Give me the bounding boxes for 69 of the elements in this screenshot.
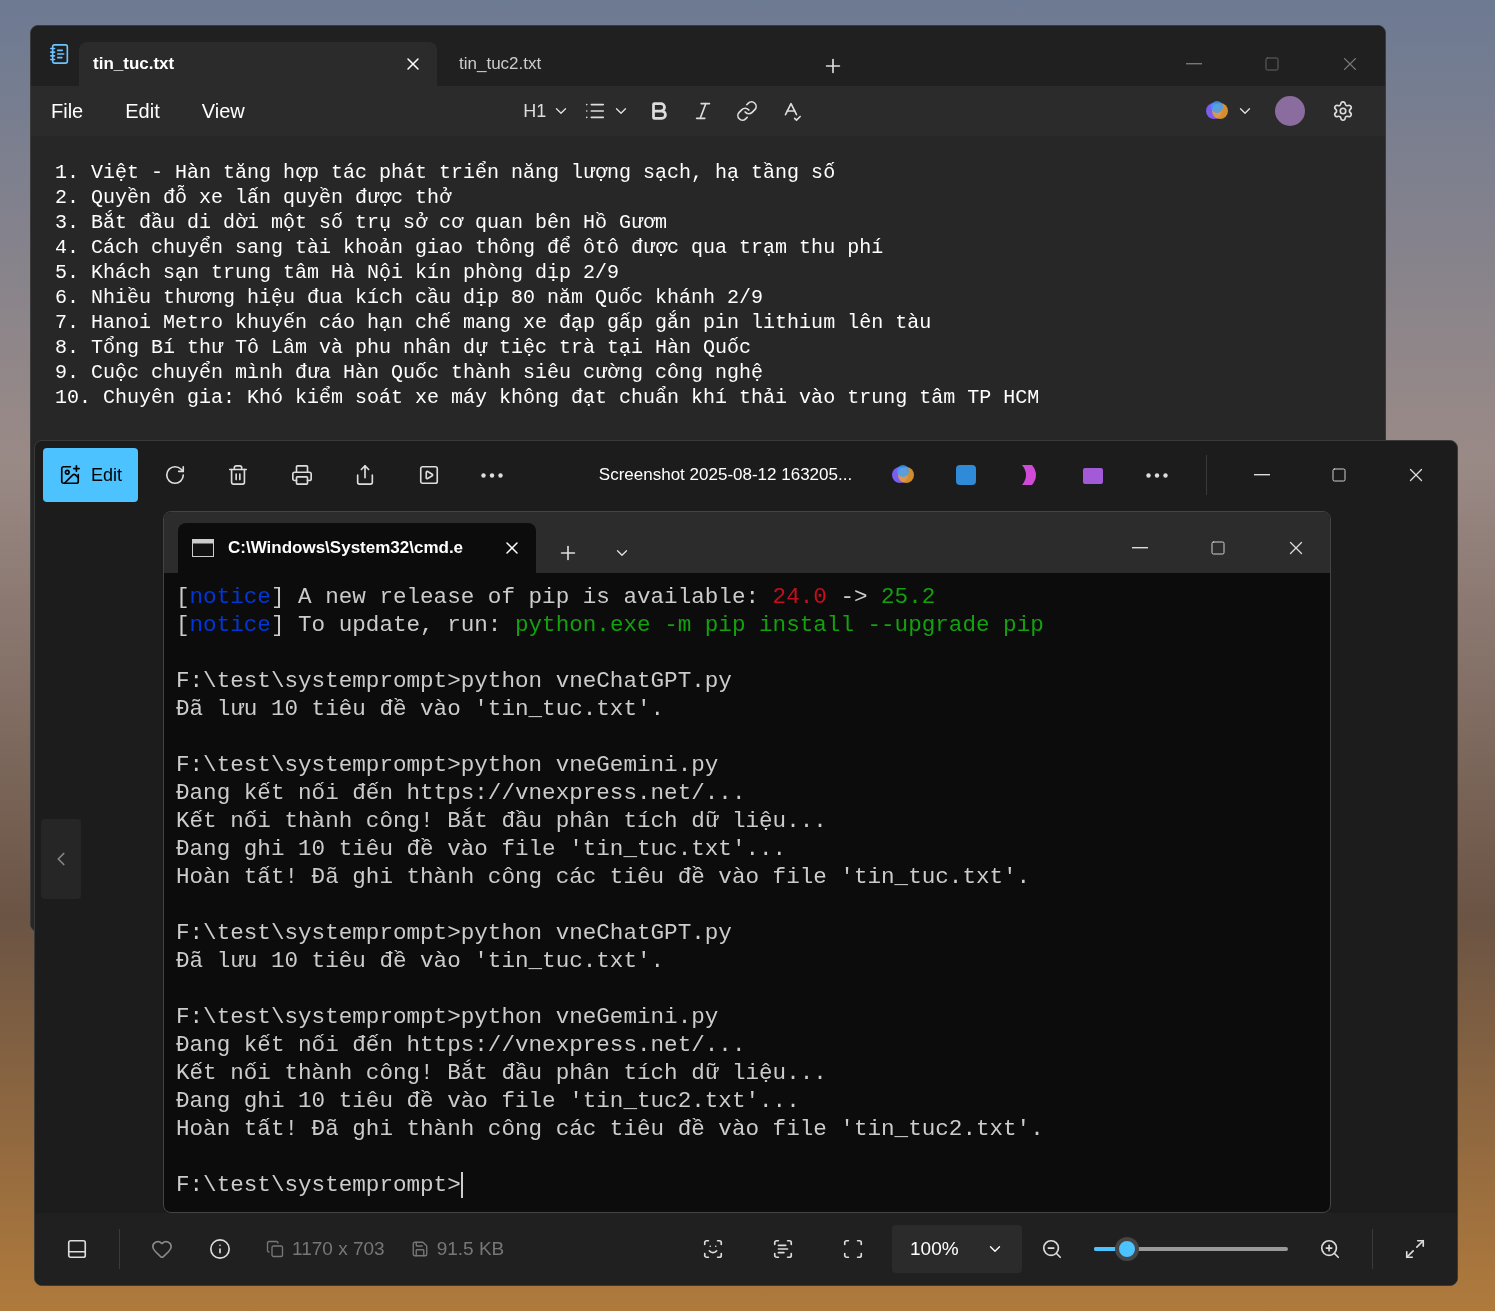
- slider-thumb[interactable]: [1114, 1237, 1139, 1261]
- minimize-icon: [1186, 63, 1202, 65]
- info-icon: [209, 1238, 231, 1260]
- zoom-out-icon: [1041, 1238, 1063, 1260]
- image-dimensions: 1170 x 703: [292, 1238, 385, 1260]
- terminal-line: F:\test\systemprompt>python vneGemini.py: [176, 1003, 720, 1031]
- minimize-icon: [1132, 547, 1148, 549]
- expand-icon: [1404, 1238, 1426, 1260]
- file-title: Screenshot 2025-08-12 163205...: [598, 465, 853, 485]
- terminal-line: Kết nối thành công! Bắt đầu phân tích dữ liệu...: [176, 1059, 828, 1087]
- maximize-icon: [1264, 56, 1280, 72]
- menu-item[interactable]: View: [201, 99, 245, 123]
- zoom-in-icon: [1319, 1238, 1341, 1260]
- terminal-line: F:\test\systemprompt>python vneChatGPT.py: [176, 667, 733, 695]
- terminal-line: Kết nối thành công! Bắt đầu phân tích dữ liệu...: [176, 807, 828, 835]
- scan-icon: [702, 1238, 724, 1260]
- file-size: 91.5 KB: [436, 1238, 505, 1260]
- filmstrip-icon: [66, 1238, 88, 1260]
- text-line: 8. Tổng Bí thư Tô Lâm và phu nhân dự tiệc trà tại Hàn Quốc: [55, 335, 753, 360]
- terminal-line: Đang kết nối đến https://vnexpress.net/...: [176, 779, 747, 807]
- settings-icon: [1332, 100, 1354, 122]
- dimensions-icon: [266, 1240, 284, 1258]
- zoom-dropdown[interactable]: 100%: [892, 1225, 1022, 1273]
- text-line: 1. Việt - Hàn tăng hợp tác phát triển năng lượng sạch, hạ tầng số: [55, 160, 837, 185]
- terminal-icon: [192, 539, 214, 557]
- text-line: 5. Khách sạn trung tâm Hà Nội kín phòng dịp 2/9: [55, 260, 621, 285]
- terminal-line: Đã lưu 10 tiêu đề vào 'tin_tuc.txt'.: [176, 947, 666, 975]
- menu-item[interactable]: File: [51, 99, 84, 123]
- text-line: 2. Quyền đỗ xe lấn quyền được thở: [55, 185, 453, 210]
- terminal-line: Đang kết nối đến https://vnexpress.net/...: [176, 1031, 747, 1059]
- text-line: 9. Cuộc chuyển mình đưa Hàn Quốc thành siêu cường công nghệ: [55, 360, 765, 385]
- terminal-line: Hoàn tất! Đã ghi thành công các tiêu đề vào file 'tin_tuc2.txt'.: [176, 1115, 1045, 1143]
- text-line: 4. Cách chuyển sang tài khoản giao thông để ôtô được qua trạm thu phí: [55, 235, 885, 260]
- save-icon: [410, 1240, 429, 1258]
- terminal-line: F:\test\systemprompt>python vneGemini.py: [176, 751, 720, 779]
- terminal-line: Đang ghi 10 tiêu đề vào file 'tin_tuc2.txt'...: [176, 1087, 801, 1115]
- more-icon: [1145, 472, 1168, 478]
- terminal-line: F:\test\systemprompt>python vneChatGPT.py: [176, 919, 733, 947]
- printer-icon: [290, 464, 313, 486]
- file-tab[interactable]: tin_tuc2.txt: [445, 42, 803, 86]
- more-icon: [481, 472, 504, 478]
- text-line: 3. Bắt đầu di dời một số trụ sở cơ quan bên Hồ Gươm: [55, 210, 669, 235]
- trash-icon: [227, 464, 250, 486]
- terminal-line: Hoàn tất! Đã ghi thành công các tiêu đề vào file 'tin_tuc.txt'.: [176, 863, 1032, 891]
- notepad-icon: [49, 43, 71, 65]
- heading-dropdown[interactable]: H1: [516, 91, 577, 131]
- menu-item[interactable]: Edit: [125, 99, 160, 123]
- minimize-icon: [1253, 474, 1270, 476]
- file-tab[interactable]: tin_tuc.txt: [79, 42, 437, 86]
- text-line: 6. Nhiều thương hiệu đua kích cầu dịp 80 năm Quốc khánh 2/9: [55, 285, 765, 310]
- text-line: 7. Hanoi Metro khuyến cáo hạn chế mang xe đạp gấp gắn pin lithium lên tàu: [55, 310, 933, 335]
- terminal-line: [notice] To update, run: python.exe -m pip install --upgrade pip: [176, 611, 1045, 639]
- text-line: 10. Chuyên gia: Khó kiểm soát xe máy không đạt chuẩn khí thải vào trung tâm TP HCM: [55, 385, 1041, 410]
- link-icon: [735, 100, 758, 122]
- terminal-line: Đang ghi 10 tiêu đề vào file 'tin_tuc.txt'...: [176, 835, 788, 863]
- avatar: [1275, 96, 1305, 126]
- heart-icon: [151, 1238, 173, 1260]
- play-icon: [417, 464, 440, 486]
- maximize-icon: [1210, 540, 1226, 556]
- image-edit-icon: [59, 464, 81, 486]
- terminal-line: [notice] A new release of pip is available: 24.0 -> 25.2: [176, 583, 937, 611]
- terminal-tab[interactable]: C:\Windows\System32\cmd.e: [178, 523, 536, 573]
- maximize-icon: [1330, 467, 1347, 483]
- edit-button[interactable]: Edit: [43, 448, 139, 502]
- terminal-line: F:\test\systemprompt>: [176, 1171, 464, 1199]
- terminal-line: Đã lưu 10 tiêu đề vào 'tin_tuc.txt'.: [176, 695, 666, 723]
- scan-text-icon: [772, 1238, 794, 1260]
- rotate-icon: [163, 464, 186, 486]
- scan-icon: [842, 1238, 864, 1260]
